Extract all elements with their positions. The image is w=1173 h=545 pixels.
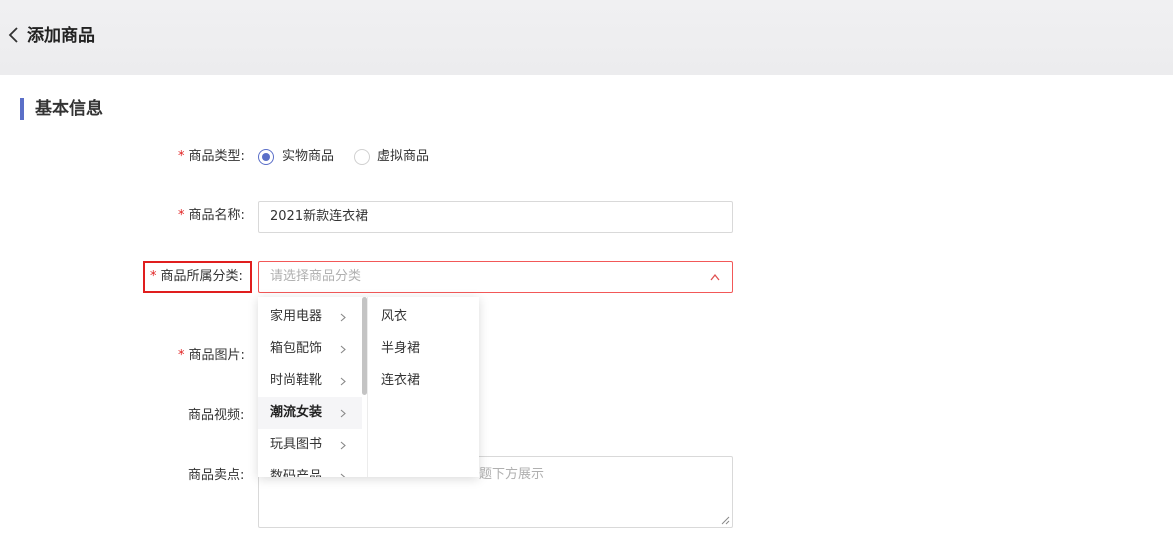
cascader-item-label: 时尚鞋靴 [270,373,323,388]
chevron-right-icon [340,377,346,386]
cascader-item-bags[interactable]: 箱包配饰 [258,333,362,365]
category-label-highlight [143,261,252,293]
back-chevron-icon[interactable] [7,25,21,45]
category-placeholder: 请选择商品分类 [270,269,362,284]
category-select[interactable]: 请选择商品分类 [258,261,733,293]
selling-point-placeholder: 题下方展示 [479,467,545,482]
cascader-item-toys-books[interactable]: 玩具图书 [258,429,362,461]
chevron-right-icon [340,345,346,354]
cascader-item-label: 箱包配饰 [270,341,323,356]
product-type-label-text: 商品类型: [188,149,245,164]
product-name-label: * 商品名称: [178,207,245,225]
cascader-item-shoes[interactable]: 时尚鞋靴 [258,365,362,397]
cascader-item-label: 家用电器 [270,309,323,324]
chevron-right-icon [340,473,346,477]
selling-point-label: 商品卖点: [188,468,245,483]
page-title: 添加商品 [27,26,95,46]
product-name-label-text: 商品名称: [188,208,245,223]
cascader-scrollbar[interactable] [362,297,367,395]
chevron-right-icon [340,441,346,450]
resize-grip-icon[interactable] [721,516,730,525]
section-accent-bar [20,98,24,120]
cascader-level1-column: 家用电器 箱包配饰 时尚鞋靴 潮流女装 玩具图书 数码产品 [258,297,368,477]
cascader-item-digital[interactable]: 数码产品 [258,461,362,477]
category-cascader-dropdown: 家用电器 箱包配饰 时尚鞋靴 潮流女装 玩具图书 数码产品 风衣 半身裙 连衣裙 [258,297,479,477]
page-header: 添加商品 [0,0,1173,75]
cascader-subitem-skirt[interactable]: 半身裙 [369,333,479,365]
product-type-label: * 商品类型: [178,148,245,166]
product-video-label: 商品视频: [188,408,245,423]
cascader-item-label: 玩具图书 [270,437,323,452]
cascader-item-label: 数码产品 [270,469,323,477]
chevron-right-icon [340,409,346,418]
cascader-item-womens-fashion[interactable]: 潮流女装 [258,397,362,429]
required-mark: * [178,208,185,223]
cascader-level2-column: 风衣 半身裙 连衣裙 [369,297,479,477]
chevron-right-icon [340,313,346,322]
cascader-subitem-dress[interactable]: 连衣裙 [369,365,479,397]
chevron-up-icon[interactable] [710,273,720,281]
required-mark: * [178,348,185,363]
radio-physical-label[interactable]: 实物商品 [282,148,334,166]
product-name-input[interactable]: 2021新款连衣裙 [258,201,733,233]
cascader-item-label: 潮流女装 [270,405,323,420]
radio-physical-product[interactable] [258,149,274,165]
cascader-subitem-trench-coat[interactable]: 风衣 [369,301,479,333]
product-image-label: * 商品图片: [178,347,245,365]
section-title: 基本信息 [35,99,103,119]
cascader-item-appliances[interactable]: 家用电器 [258,301,362,333]
radio-virtual-product[interactable] [354,149,370,165]
required-mark: * [178,149,185,164]
product-image-label-text: 商品图片: [188,348,245,363]
radio-virtual-label[interactable]: 虚拟商品 [377,148,429,166]
